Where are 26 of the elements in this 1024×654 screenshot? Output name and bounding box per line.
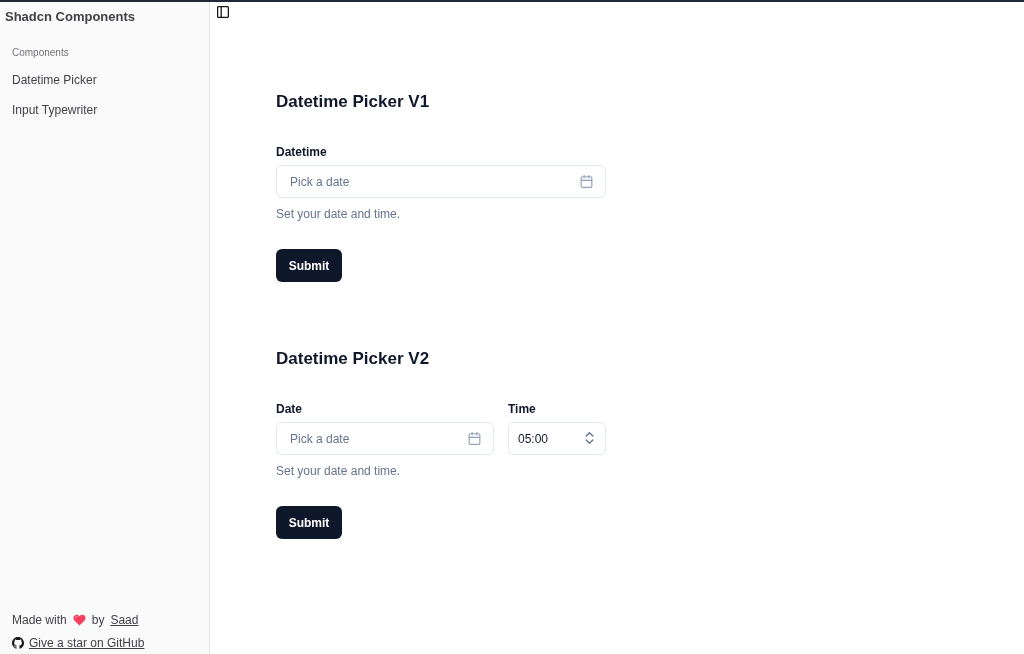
date-picker-field[interactable]: Pick a date bbox=[276, 165, 606, 198]
section-heading: Datetime Picker V2 bbox=[276, 348, 430, 370]
group-label: Components bbox=[12, 46, 69, 60]
field-label: Datetime bbox=[276, 144, 327, 160]
date-picker-field[interactable]: Pick a date bbox=[276, 422, 494, 455]
sidebar-item[interactable]: Input Typewriter bbox=[4, 96, 205, 124]
chevrons-up-down-icon bbox=[585, 432, 594, 444]
github-icon bbox=[12, 637, 24, 649]
author-link[interactable]: Saad bbox=[110, 611, 139, 629]
field-label: Time bbox=[508, 401, 536, 417]
sidebar-item[interactable]: Datetime Picker bbox=[4, 66, 205, 94]
footer-text: Made with bbox=[12, 612, 67, 629]
footer-text: by bbox=[91, 612, 105, 629]
section-heading: Datetime Picker V1 bbox=[276, 91, 430, 113]
calendar-icon bbox=[580, 175, 593, 188]
time-select[interactable]: 05:00 bbox=[508, 422, 606, 455]
field-label: Date bbox=[276, 401, 302, 417]
heart-icon bbox=[72, 614, 86, 626]
field-description: Set your date and time. bbox=[276, 463, 401, 479]
github-link[interactable]: Give a star on GitHub bbox=[29, 634, 145, 652]
submit-button[interactable]: Submit bbox=[276, 506, 342, 539]
app-title: Shadcn Components bbox=[5, 8, 135, 26]
sidebar-toggle-icon[interactable] bbox=[217, 6, 229, 18]
calendar-icon bbox=[468, 432, 481, 445]
submit-button[interactable]: Submit bbox=[276, 249, 342, 282]
field-description: Set your date and time. bbox=[276, 206, 401, 222]
